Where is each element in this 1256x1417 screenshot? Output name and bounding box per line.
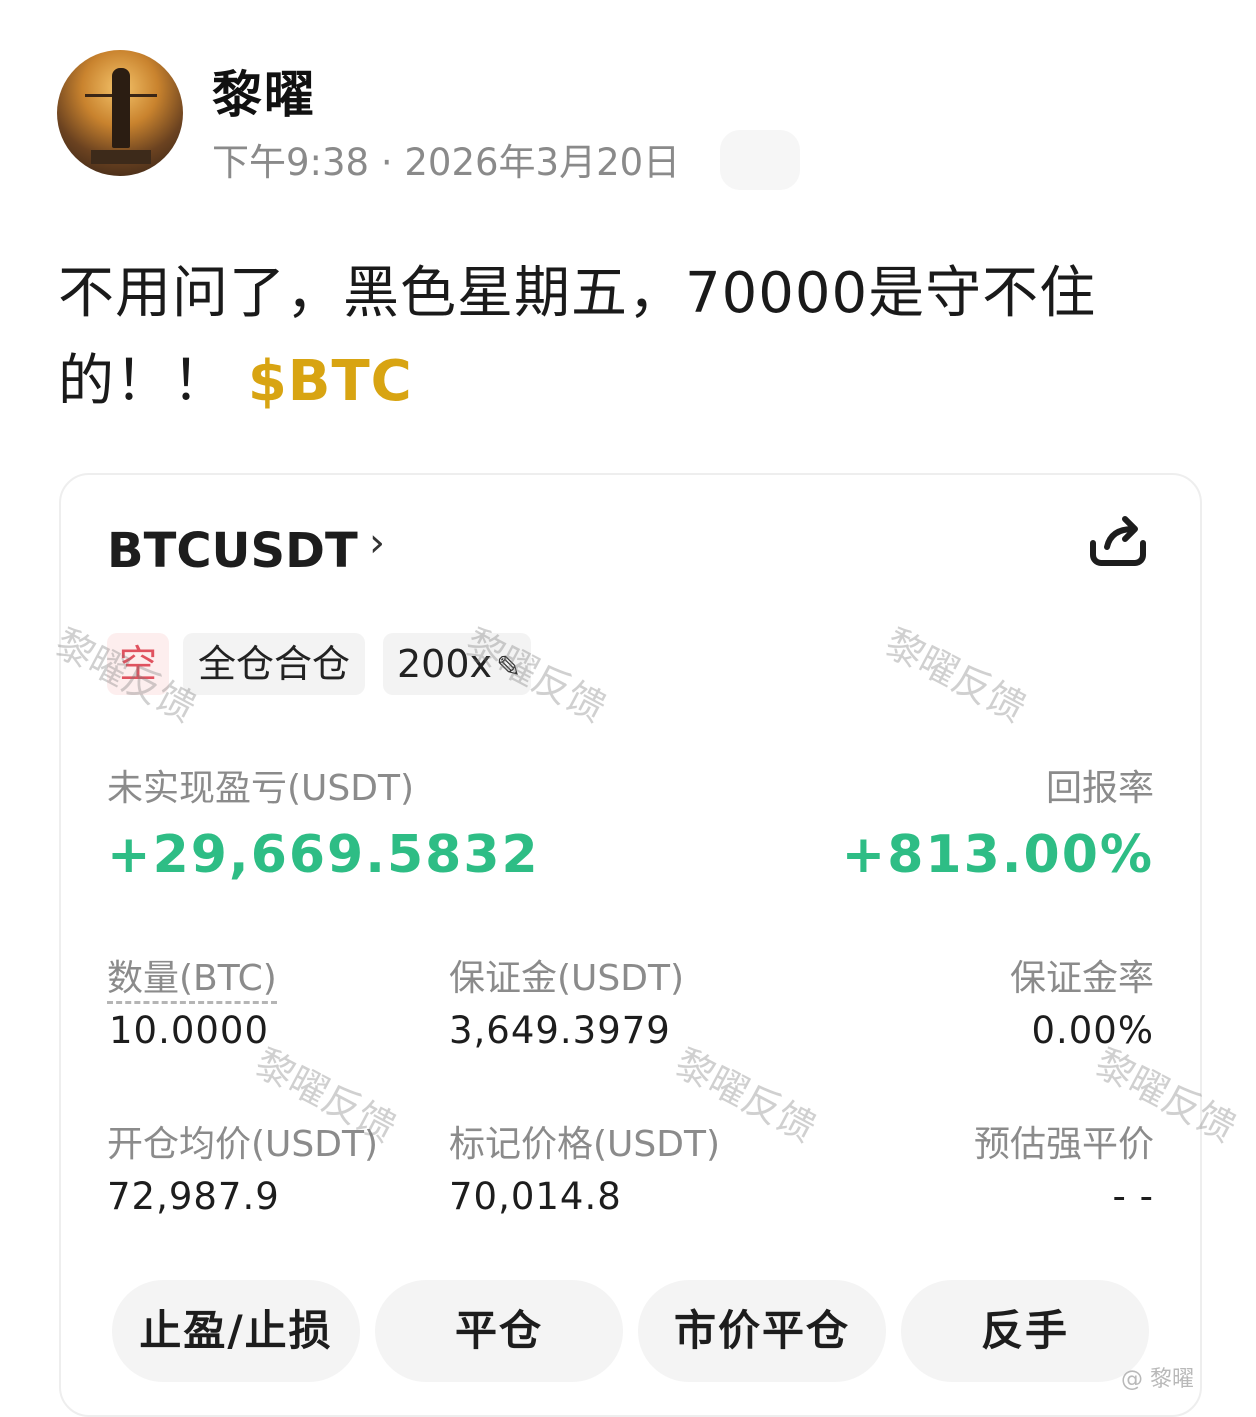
leverage-value: 200x xyxy=(397,642,493,686)
ticker-tag[interactable]: $BTC xyxy=(248,349,413,414)
qty-value: 10.0000 xyxy=(109,1009,270,1052)
qty-label[interactable]: 数量(BTC) xyxy=(107,958,277,1004)
roi-label: 回报率 xyxy=(1045,768,1154,809)
footer-credit: @ 黎曜 xyxy=(1121,1367,1194,1392)
blurred-area xyxy=(720,130,800,190)
margin-value: 3,649.3979 xyxy=(449,1009,671,1052)
mark-label: 标记价格(USDT) xyxy=(449,1124,721,1165)
username[interactable]: 黎曜 xyxy=(212,55,316,127)
side-tag: 空 xyxy=(107,633,169,695)
margin-ratio-label: 保证金率 xyxy=(1009,958,1154,999)
share-icon[interactable] xyxy=(1085,507,1151,573)
position-card: BTCUSDT › 空 全仓合仓 200x ✎ 未实现盈亏(USDT) 回报率 +… xyxy=(48,473,1243,1417)
liq-value: - - xyxy=(1112,1175,1154,1218)
chevron-right-icon[interactable]: › xyxy=(369,520,385,566)
pnl-label: 未实现盈亏(USDT) xyxy=(107,768,415,809)
margin-ratio-value: 0.00% xyxy=(1031,1009,1154,1052)
post-time: 下午9:38 · 2026年3月20日 xyxy=(212,141,681,184)
close-button[interactable]: 平仓 xyxy=(375,1280,623,1382)
margin-label: 保证金(USDT) xyxy=(449,958,685,999)
mark-value: 70,014.8 xyxy=(449,1175,622,1218)
pencil-icon[interactable]: ✎ xyxy=(496,650,521,685)
margin-mode-tag: 全仓合仓 xyxy=(183,633,365,695)
entry-label: 开仓均价(USDT) xyxy=(107,1124,379,1165)
post-text: 不用问了，黑色星期五，70000是守不住的！！ xyxy=(58,261,1097,414)
pnl-value: +29,669.5832 xyxy=(107,825,540,885)
reverse-button[interactable]: 反手 xyxy=(901,1280,1149,1382)
entry-value: 72,987.9 xyxy=(107,1175,280,1218)
watermark: 黎曜反馈 xyxy=(877,620,1033,731)
avatar[interactable] xyxy=(57,50,183,176)
leverage-tag[interactable]: 200x ✎ xyxy=(383,633,531,695)
liq-label: 预估强平价 xyxy=(973,1124,1154,1165)
post-body: 不用问了，黑色星期五，70000是守不住的！！ $BTC xyxy=(58,250,1178,426)
symbol-title[interactable]: BTCUSDT xyxy=(107,523,358,579)
roi-value: +813.00% xyxy=(841,825,1154,885)
tpsl-button[interactable]: 止盈/止损 xyxy=(112,1280,360,1382)
market-close-button[interactable]: 市价平仓 xyxy=(638,1280,886,1382)
